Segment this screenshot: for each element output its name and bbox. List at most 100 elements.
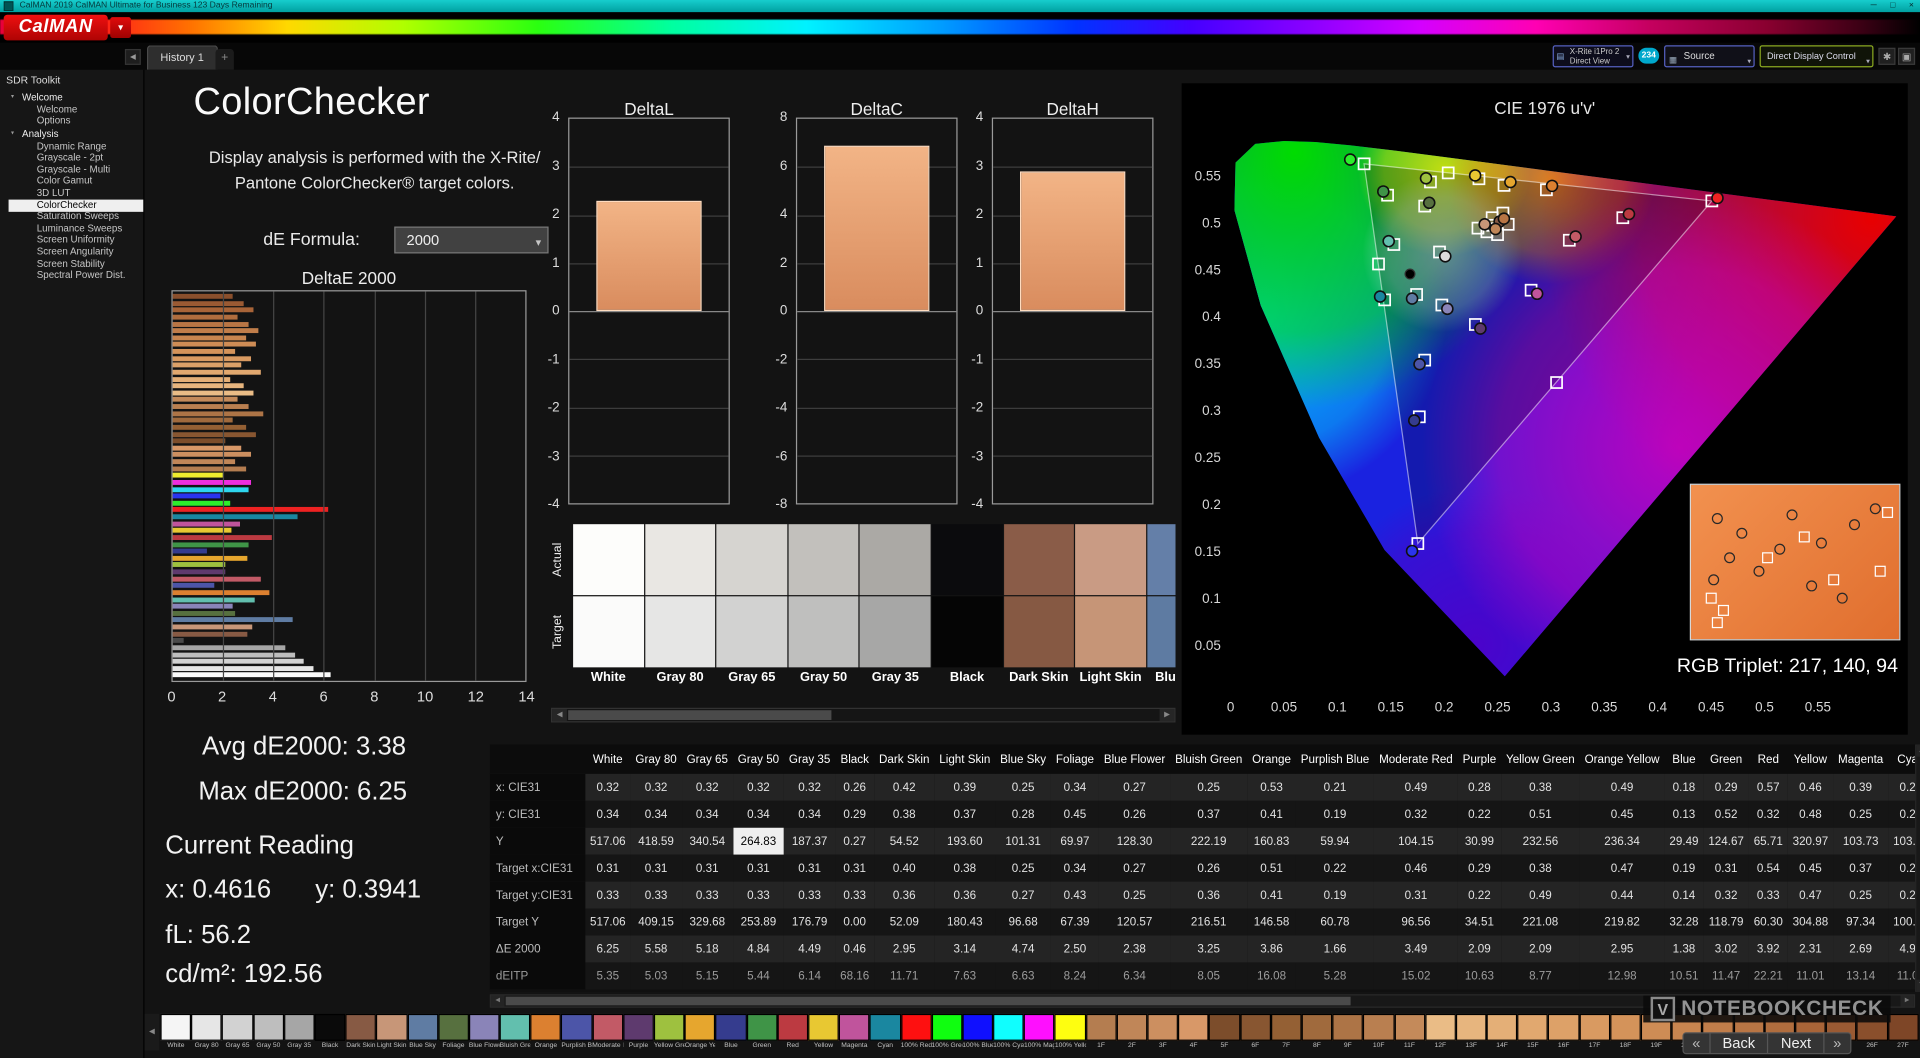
display-control-dropdown[interactable]: Direct Display Control ▾ bbox=[1759, 45, 1874, 68]
sidebar-item-color-gamut[interactable]: Color Gamut bbox=[9, 176, 144, 188]
cell: 0.20 bbox=[1899, 780, 1916, 795]
strip-swatch-gray-50[interactable]: Gray 50 bbox=[252, 1013, 284, 1054]
back-fast-icon[interactable]: « bbox=[1684, 1033, 1711, 1054]
strip-swatch-6f[interactable]: 6F bbox=[1239, 1013, 1271, 1054]
back-button[interactable]: Back bbox=[1710, 1033, 1769, 1054]
tab-history-1[interactable]: History 1 bbox=[146, 45, 218, 70]
strip-swatch-black[interactable]: Black bbox=[314, 1013, 346, 1054]
sidebar-item-screen-stability[interactable]: Screen Stability bbox=[9, 258, 144, 271]
sidebar-item-saturation-sweeps[interactable]: Saturation Sweeps bbox=[9, 211, 144, 224]
de-formula-select[interactable]: 2000 ▾ bbox=[394, 226, 549, 254]
sidebar-item-options[interactable]: Options bbox=[9, 116, 144, 128]
sidebar-item-grayscale-2pt[interactable]: Grayscale - 2pt bbox=[9, 153, 144, 165]
strip-swatch-100-magenta[interactable]: 100% Magenta bbox=[1023, 1013, 1055, 1054]
strip-swatch-foliage[interactable]: Foliage bbox=[437, 1013, 469, 1054]
strip-swatch-blue-sky[interactable]: Blue Sky bbox=[407, 1013, 438, 1054]
strip-swatch-purple[interactable]: Purple bbox=[623, 1013, 654, 1054]
strip-swatch-light-skin[interactable]: Light Skin bbox=[376, 1013, 408, 1054]
strip-swatch-blue[interactable]: Blue bbox=[715, 1013, 747, 1054]
strip-swatch-17f[interactable]: 17F bbox=[1579, 1013, 1610, 1054]
cell: 10.51 bbox=[1669, 969, 1699, 983]
strip-swatch-15f[interactable]: 15F bbox=[1517, 1013, 1549, 1054]
strip-swatch-orange-yellow[interactable]: Orange Yellow bbox=[684, 1013, 716, 1054]
strip-swatch-100-red[interactable]: 100% Red bbox=[900, 1013, 932, 1054]
next-button[interactable]: Next bbox=[1769, 1033, 1825, 1054]
scroll-left-icon[interactable]: ◀ bbox=[552, 708, 567, 722]
calman-logo[interactable]: CalMAN bbox=[3, 14, 108, 41]
strip-swatch-yellow[interactable]: Yellow bbox=[808, 1013, 839, 1054]
strip-swatch-purplish-blue[interactable]: Purplish Blue bbox=[561, 1013, 593, 1054]
strip-swatch-yellow-green[interactable]: Yellow Green bbox=[653, 1013, 685, 1054]
strip-swatch-bluish-green[interactable]: Bluish Green bbox=[499, 1013, 531, 1054]
cell: 0.34 bbox=[798, 807, 821, 822]
strip-swatch-dark-skin[interactable]: Dark Skin bbox=[345, 1013, 377, 1054]
maximize-button[interactable]: □ bbox=[1890, 0, 1895, 12]
close-button[interactable]: × bbox=[1909, 0, 1914, 12]
strip-swatch-green[interactable]: Green bbox=[746, 1013, 778, 1054]
sidebar-item-screen-uniformity[interactable]: Screen Uniformity bbox=[9, 235, 144, 247]
sidebar-item-screen-angularity[interactable]: Screen Angularity bbox=[9, 247, 144, 259]
source-dropdown[interactable]: ▦ Source ▾ bbox=[1664, 45, 1755, 68]
scroll-left-icon[interactable]: ◀ bbox=[491, 995, 505, 1007]
sidebar-section-analysis[interactable]: ▾ Analysis bbox=[9, 128, 144, 141]
scrollbar-thumb[interactable] bbox=[568, 710, 832, 721]
sidebar-collapse-button[interactable]: ◀ bbox=[124, 48, 141, 65]
delta-e-bar-6f bbox=[172, 431, 256, 437]
strip-swatch-white[interactable]: White bbox=[160, 1013, 192, 1054]
sidebar-item-luminance-sweeps[interactable]: Luminance Sweeps bbox=[9, 223, 144, 235]
strip-swatch-8f[interactable]: 8F bbox=[1301, 1013, 1333, 1054]
sidebar-item-grayscale-multi[interactable]: Grayscale - Multi bbox=[9, 164, 144, 177]
display-settings-button[interactable]: ▣ bbox=[1897, 47, 1916, 65]
strip-swatch-gray-65[interactable]: Gray 65 bbox=[222, 1013, 253, 1054]
next-fast-icon[interactable]: » bbox=[1825, 1033, 1850, 1053]
strip-swatch-27f[interactable]: 27F bbox=[1887, 1013, 1919, 1054]
strip-swatch-16f[interactable]: 16F bbox=[1548, 1013, 1580, 1054]
add-tab-button[interactable]: + bbox=[215, 48, 234, 70]
strip-swatch-13f[interactable]: 13F bbox=[1455, 1013, 1487, 1054]
compare-scrollbar[interactable]: ◀ ▶ bbox=[551, 707, 1176, 723]
strip-swatch-100-cyan[interactable]: 100% Cyan bbox=[993, 1013, 1024, 1054]
scroll-right-icon[interactable]: ▶ bbox=[1900, 995, 1914, 1007]
minimize-button[interactable]: ─ bbox=[1871, 0, 1877, 12]
strip-swatch-2f[interactable]: 2F bbox=[1116, 1013, 1148, 1054]
sidebar-item-dynamic-range[interactable]: Dynamic Range bbox=[9, 141, 144, 153]
cell: 0.37 bbox=[1197, 807, 1221, 822]
strip-swatch-100-green[interactable]: 100% Green bbox=[931, 1013, 963, 1054]
scroll-up-icon[interactable]: ▲ bbox=[1916, 745, 1920, 757]
strip-swatch-14f[interactable]: 14F bbox=[1486, 1013, 1518, 1054]
scroll-down-icon[interactable]: ▼ bbox=[1916, 979, 1920, 991]
strip-swatch-moderate-red[interactable]: Moderate Red bbox=[592, 1013, 624, 1054]
scroll-right-icon[interactable]: ▶ bbox=[1159, 708, 1175, 722]
strip-swatch-gray-80[interactable]: Gray 80 bbox=[191, 1013, 223, 1054]
settings-gear-button[interactable]: ✱ bbox=[1878, 47, 1896, 65]
strip-swatch-100-yellow[interactable]: 100% Yellow bbox=[1054, 1013, 1086, 1054]
calman-menu-button[interactable]: ▾ bbox=[110, 17, 132, 38]
strip-scroll-left-button[interactable]: ◀ bbox=[144, 1013, 160, 1051]
strip-swatch-100-blue[interactable]: 100% Blue bbox=[962, 1013, 994, 1054]
scrollbar-thumb[interactable] bbox=[505, 996, 1351, 1006]
strip-swatch-red[interactable]: Red bbox=[777, 1013, 809, 1054]
strip-swatch-18f[interactable]: 18F bbox=[1609, 1013, 1641, 1054]
strip-swatch-gray-35[interactable]: Gray 35 bbox=[283, 1013, 315, 1054]
sidebar-item-spectral-power-dist[interactable]: Spectral Power Dist. bbox=[9, 270, 144, 282]
strip-swatch-5f[interactable]: 5F bbox=[1209, 1013, 1240, 1054]
strip-swatch-10f[interactable]: 10F bbox=[1363, 1013, 1395, 1054]
strip-swatch-9f[interactable]: 9F bbox=[1332, 1013, 1364, 1054]
strip-swatch-1f[interactable]: 1F bbox=[1085, 1013, 1117, 1054]
table-vertical-scrollbar[interactable]: ▲ ▼ bbox=[1915, 744, 1920, 992]
strip-swatch-3f[interactable]: 3F bbox=[1147, 1013, 1179, 1054]
meter-dropdown[interactable]: ▤ X-Rite i1Pro 2 Direct View ▾ bbox=[1552, 45, 1634, 68]
strip-swatch-blue-flower[interactable]: Blue Flower bbox=[468, 1013, 500, 1054]
strip-swatch-12f[interactable]: 12F bbox=[1424, 1013, 1456, 1054]
strip-swatch-cyan[interactable]: Cyan bbox=[869, 1013, 901, 1054]
strip-swatch-orange[interactable]: Orange bbox=[530, 1013, 562, 1054]
sidebar-section-welcome[interactable]: ▾ Welcome bbox=[9, 91, 144, 104]
sidebar-item-colorchecker[interactable]: ColorChecker bbox=[8, 200, 144, 212]
strip-swatch-4f[interactable]: 4F bbox=[1178, 1013, 1210, 1054]
strip-swatch-7f[interactable]: 7F bbox=[1270, 1013, 1302, 1054]
sidebar-item-welcome[interactable]: Welcome bbox=[9, 104, 144, 116]
strip-swatch-11f[interactable]: 11F bbox=[1394, 1013, 1425, 1054]
sidebar-item-3d-lut[interactable]: 3D LUT bbox=[9, 188, 144, 200]
strip-swatch-magenta[interactable]: Magenta bbox=[838, 1013, 870, 1054]
inset-measurement-marker bbox=[1736, 528, 1748, 540]
